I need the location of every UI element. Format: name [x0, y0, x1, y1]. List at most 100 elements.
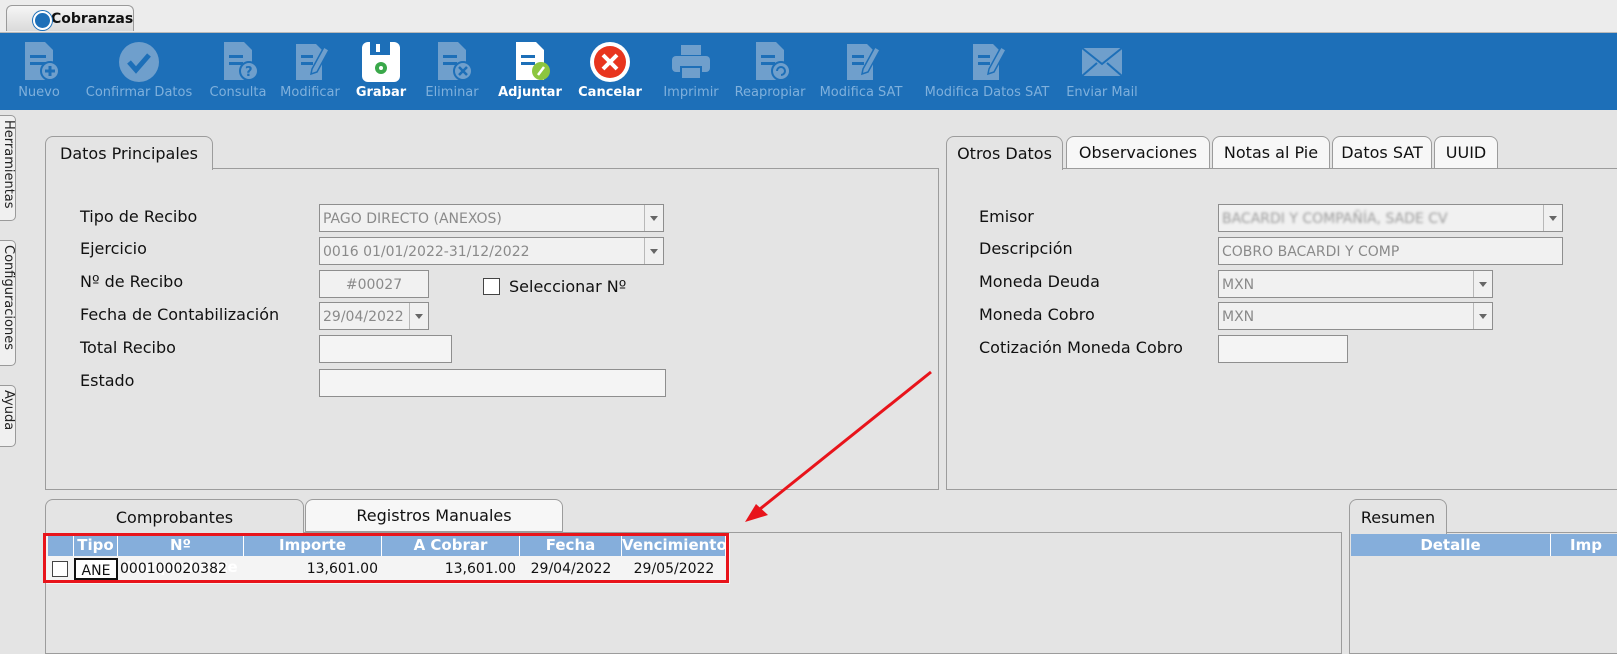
moneda-deuda-select[interactable]: MXN: [1218, 270, 1493, 298]
enviar-mail-label: Enviar Mail: [1066, 85, 1138, 100]
tab-datos-sat-label: Datos SAT: [1341, 143, 1423, 162]
adjuntar-label: Adjuntar: [498, 85, 562, 100]
reapropiar-button[interactable]: Reapropiar: [730, 33, 810, 110]
side-tab-herramientas[interactable]: Herramientas: [0, 115, 16, 221]
save-icon: [362, 42, 400, 82]
tab-registros-manuales[interactable]: Registros Manuales: [305, 499, 563, 532]
new-doc-icon: [25, 42, 60, 81]
ejercicio-select[interactable]: 0016 01/01/2022-31/12/2022: [319, 237, 664, 265]
modifica-datos-sat-label: Modifica Datos SAT: [924, 85, 1050, 100]
tab-comprobantes-label: Comprobantes: [115, 507, 234, 527]
edit-doc-icon: [847, 44, 882, 80]
chevron-down-icon[interactable]: [1543, 205, 1562, 231]
cobranzas-tab-icon: [33, 11, 52, 30]
imprimir-button[interactable]: Imprimir: [655, 33, 727, 110]
window-tab-cobranzas[interactable]: Cobranzas: [6, 5, 134, 31]
eliminar-label: Eliminar: [425, 85, 479, 100]
ejercicio-label: Ejercicio: [80, 239, 147, 258]
confirmar-datos-label: Confirmar Datos: [85, 85, 193, 100]
descripcion-label: Descripción: [979, 239, 1073, 258]
resumen-header-imp[interactable]: Imp: [1551, 534, 1617, 556]
side-tab-configuraciones[interactable]: Configuraciones: [0, 240, 16, 366]
confirmar-datos-button[interactable]: Confirmar Datos: [80, 33, 198, 110]
nro-recibo-field[interactable]: #00027: [319, 270, 429, 298]
tab-datos-principales[interactable]: Datos Principales: [45, 136, 213, 170]
fecha-contabilizacion-value: 29/04/2022: [323, 309, 404, 325]
total-recibo-field[interactable]: [319, 335, 452, 363]
adjuntar-button[interactable]: Adjuntar: [492, 33, 568, 110]
descripcion-value: COBRO BACARDI Y COMP: [1222, 244, 1400, 260]
tab-comprobantes[interactable]: Comprobantes: [45, 499, 304, 534]
tab-datos-sat[interactable]: Datos SAT: [1332, 136, 1432, 169]
tab-observaciones[interactable]: Observaciones: [1066, 136, 1210, 169]
consulta-label: Consulta: [209, 85, 267, 100]
nuevo-button[interactable]: Nuevo: [10, 33, 68, 110]
printer-icon: [672, 45, 710, 80]
cancelar-label: Cancelar: [578, 85, 642, 100]
tab-resumen[interactable]: Resumen: [1349, 499, 1447, 534]
consulta-button[interactable]: ? Consulta: [205, 33, 271, 110]
window-tab-strip: [0, 0, 1617, 33]
tab-uuid[interactable]: UUID: [1434, 136, 1498, 169]
tab-notas-al-pie-label: Notas al Pie: [1223, 143, 1319, 162]
tipo-recibo-value: PAGO DIRECTO (ANEXOS): [323, 211, 502, 227]
side-tab-herramientas-label: Herramientas: [1, 120, 16, 209]
edit-doc-icon: [296, 44, 331, 80]
imprimir-label: Imprimir: [663, 85, 719, 100]
checkmark-icon: [119, 42, 159, 82]
query-doc-icon: ?: [224, 42, 259, 81]
window-tab-title: Cobranzas: [51, 10, 134, 27]
seleccionar-nro-label: Seleccionar Nº: [509, 277, 627, 296]
seleccionar-nro-checkbox[interactable]: [483, 278, 500, 295]
mail-icon: [1081, 47, 1123, 77]
modificar-button[interactable]: Modificar: [275, 33, 345, 110]
tab-otros-datos-label: Otros Datos: [957, 144, 1052, 163]
modifica-datos-sat-button[interactable]: Modifica Datos SAT: [918, 33, 1056, 110]
cotizacion-field[interactable]: [1218, 335, 1348, 363]
cotizacion-label: Cotización Moneda Cobro: [979, 338, 1183, 357]
chevron-down-icon[interactable]: [1473, 303, 1492, 329]
tab-datos-principales-label: Datos Principales: [60, 144, 198, 163]
chevron-down-icon[interactable]: [644, 205, 663, 231]
total-recibo-label: Total Recibo: [80, 338, 176, 357]
side-tab-ayuda-label: Ayuda: [1, 390, 16, 431]
moneda-deuda-value: MXN: [1222, 277, 1255, 293]
grabar-button[interactable]: Grabar: [350, 33, 412, 110]
modifica-sat-button[interactable]: Modifica SAT: [817, 33, 905, 110]
reapropiar-label: Reapropiar: [734, 85, 806, 100]
chevron-down-icon[interactable]: [1473, 271, 1492, 297]
tab-notas-al-pie[interactable]: Notas al Pie: [1212, 136, 1330, 169]
emisor-select[interactable]: BACARDI Y COMPAÑÍA, SADE CV: [1218, 204, 1563, 232]
fecha-contabilizacion-field[interactable]: 29/04/2022: [319, 302, 429, 330]
chevron-down-icon[interactable]: [409, 303, 428, 329]
estado-label: Estado: [80, 371, 135, 390]
cancelar-button[interactable]: Cancelar: [572, 33, 648, 110]
annotation-arrow-icon: [745, 370, 932, 522]
annotation-highlight-box: [43, 533, 729, 583]
tab-otros-datos[interactable]: Otros Datos: [946, 136, 1063, 170]
attach-doc-icon: [516, 42, 550, 80]
edit-doc-icon: [973, 44, 1008, 80]
eliminar-button[interactable]: Eliminar: [420, 33, 484, 110]
side-tab-ayuda[interactable]: Ayuda: [0, 385, 16, 447]
fecha-contabilizacion-label: Fecha de Contabilización: [80, 305, 280, 324]
side-tab-configuraciones-label: Configuraciones: [1, 245, 16, 350]
nro-recibo-value: #00027: [345, 277, 403, 293]
moneda-cobro-label: Moneda Cobro: [979, 305, 1095, 324]
modificar-label: Modificar: [280, 85, 340, 100]
tab-resumen-label: Resumen: [1360, 507, 1436, 527]
descripcion-field[interactable]: COBRO BACARDI Y COMP: [1218, 237, 1563, 265]
toolbar: Nuevo Confirmar Datos ? Consulta Modific…: [0, 33, 1617, 110]
moneda-cobro-select[interactable]: MXN: [1218, 302, 1493, 330]
tipo-recibo-select[interactable]: PAGO DIRECTO (ANEXOS): [319, 204, 664, 232]
emisor-label: Emisor: [979, 207, 1034, 226]
nro-recibo-label: Nº de Recibo: [80, 272, 184, 291]
chevron-down-icon[interactable]: [644, 238, 663, 264]
ejercicio-value: 0016 01/01/2022-31/12/2022: [323, 244, 530, 260]
estado-field[interactable]: [319, 369, 666, 397]
tipo-recibo-label: Tipo de Recibo: [80, 207, 198, 226]
enviar-mail-button[interactable]: Enviar Mail: [1062, 33, 1142, 110]
nuevo-label: Nuevo: [18, 85, 60, 100]
tab-observaciones-label: Observaciones: [1078, 143, 1198, 162]
resumen-header-detalle[interactable]: Detalle: [1351, 534, 1551, 556]
